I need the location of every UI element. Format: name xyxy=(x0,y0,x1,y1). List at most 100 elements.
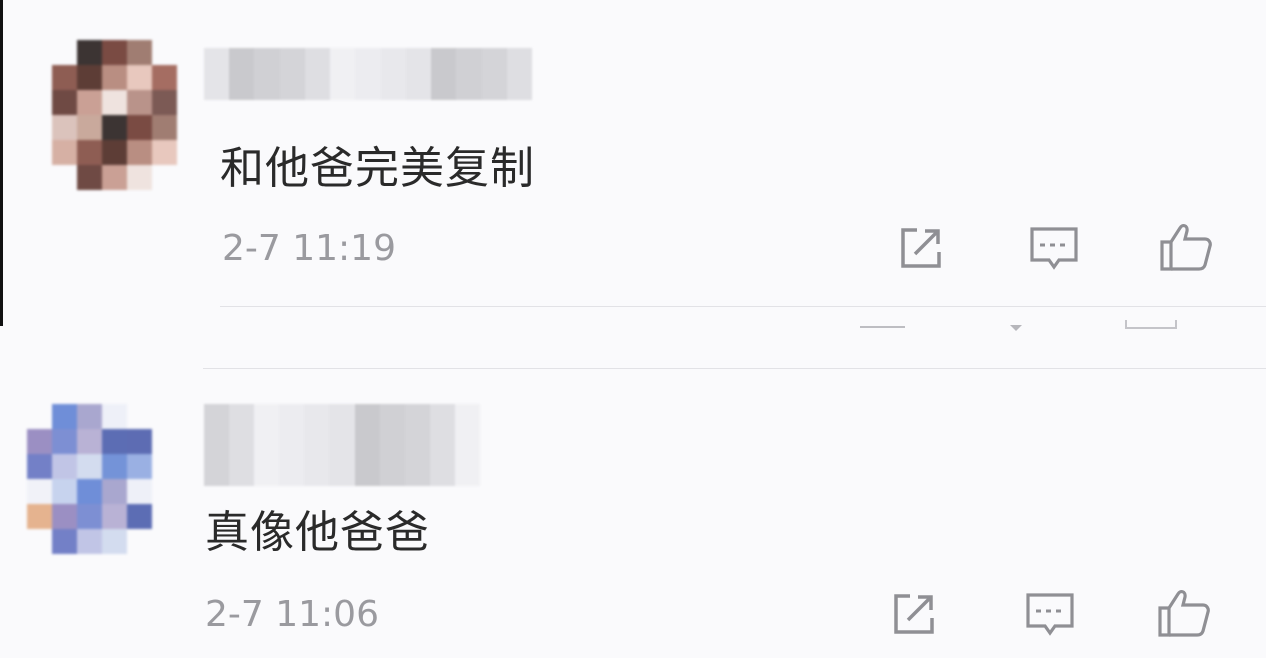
avatar-pixel xyxy=(52,454,77,479)
avatar-pixel xyxy=(152,40,177,65)
avatar-pixel xyxy=(52,504,77,529)
avatar-pixel xyxy=(52,140,77,165)
avatar-pixel xyxy=(77,479,102,504)
section-divider xyxy=(203,368,1266,369)
username-pixel xyxy=(380,48,406,100)
username-pixel xyxy=(405,48,432,100)
avatar-pixel xyxy=(77,90,102,115)
username-pixel xyxy=(204,404,230,486)
share-button[interactable] xyxy=(893,220,949,276)
avatar-pixel xyxy=(102,90,127,115)
avatar-pixel xyxy=(102,429,127,454)
avatar-pixel xyxy=(27,429,52,454)
avatar-pixel xyxy=(52,65,77,90)
avatar-pixel xyxy=(102,115,127,140)
avatar-pixel xyxy=(102,65,127,90)
avatar-pixel xyxy=(77,165,102,190)
avatar-pixel xyxy=(127,479,152,504)
comment-feed: 和他爸完美复制 2-7 11:19 真像他爸爸 2-7 11:06 xyxy=(0,0,1266,658)
avatar-pixel xyxy=(77,40,102,65)
username-blurred[interactable] xyxy=(204,404,481,486)
username-pixel xyxy=(429,404,455,486)
avatar-pixel xyxy=(127,140,152,165)
thumbs-up-icon xyxy=(1158,590,1210,637)
avatar-pixel xyxy=(127,65,152,90)
avatar[interactable] xyxy=(52,40,177,190)
avatar-pixel xyxy=(52,529,77,554)
username-pixel xyxy=(454,404,481,486)
username-pixel xyxy=(254,404,280,486)
avatar-pixel xyxy=(127,529,152,554)
username-pixel xyxy=(506,48,533,100)
username-pixel xyxy=(355,48,381,100)
avatar-pixel xyxy=(52,40,77,65)
reply-button[interactable] xyxy=(1026,220,1082,276)
username-pixel xyxy=(330,48,356,100)
avatar-pixel xyxy=(27,454,52,479)
share-button[interactable] xyxy=(886,586,942,642)
avatar-pixel xyxy=(152,65,177,90)
username-pixel xyxy=(229,404,255,486)
avatar-pixel xyxy=(127,429,152,454)
comment-text: 真像他爸爸 xyxy=(205,507,430,558)
comment-divider xyxy=(220,306,1266,307)
avatar-pixel xyxy=(77,404,102,429)
avatar-pixel xyxy=(52,165,77,190)
comment-timestamp: 2-7 11:19 xyxy=(222,228,396,269)
avatar-pixel xyxy=(27,479,52,504)
username-pixel xyxy=(229,48,255,100)
username-blurred[interactable] xyxy=(204,48,533,100)
avatar-pixel xyxy=(152,90,177,115)
like-button[interactable] xyxy=(1158,218,1214,274)
thumbs-up-icon xyxy=(1160,224,1212,271)
avatar-pixel xyxy=(127,115,152,140)
avatar-pixel xyxy=(102,504,127,529)
avatar-pixel xyxy=(102,40,127,65)
avatar-pixel xyxy=(152,140,177,165)
comment-timestamp: 2-7 11:06 xyxy=(205,594,379,635)
username-pixel xyxy=(279,404,305,486)
faded-toolbar-remnant xyxy=(860,320,1177,331)
reply-button[interactable] xyxy=(1022,586,1078,642)
avatar-pixel xyxy=(77,529,102,554)
avatar-pixel xyxy=(27,529,52,554)
avatar-pixel xyxy=(127,454,152,479)
like-button[interactable] xyxy=(1156,584,1212,640)
username-pixel xyxy=(481,48,507,100)
avatar[interactable] xyxy=(27,404,152,554)
avatar-pixel xyxy=(127,40,152,65)
avatar-pixel xyxy=(27,404,52,429)
avatar-pixel xyxy=(52,404,77,429)
avatar-pixel xyxy=(127,90,152,115)
username-pixel xyxy=(404,404,430,486)
screenshot-edge xyxy=(0,0,3,326)
avatar-pixel xyxy=(102,529,127,554)
avatar-pixel xyxy=(102,140,127,165)
username-pixel xyxy=(304,404,330,486)
avatar-pixel xyxy=(77,140,102,165)
avatar-pixel xyxy=(52,90,77,115)
username-pixel xyxy=(304,48,331,100)
username-pixel xyxy=(431,48,457,100)
avatar-pixel xyxy=(27,504,52,529)
avatar-pixel xyxy=(127,404,152,429)
avatar-pixel xyxy=(52,115,77,140)
reply-icon xyxy=(1026,593,1074,636)
username-pixel xyxy=(279,48,305,100)
avatar-pixel xyxy=(52,429,77,454)
avatar-pixel xyxy=(152,165,177,190)
avatar-pixel xyxy=(77,504,102,529)
avatar-pixel xyxy=(52,479,77,504)
share-icon xyxy=(894,594,934,634)
avatar-pixel xyxy=(127,504,152,529)
share-icon xyxy=(901,228,941,268)
avatar-pixel xyxy=(77,454,102,479)
username-pixel xyxy=(379,404,405,486)
avatar-pixel xyxy=(152,115,177,140)
avatar-pixel xyxy=(102,404,127,429)
avatar-pixel xyxy=(102,165,127,190)
comment-text: 和他爸完美复制 xyxy=(220,143,535,194)
username-pixel xyxy=(456,48,482,100)
avatar-pixel xyxy=(77,429,102,454)
username-pixel xyxy=(204,48,230,100)
